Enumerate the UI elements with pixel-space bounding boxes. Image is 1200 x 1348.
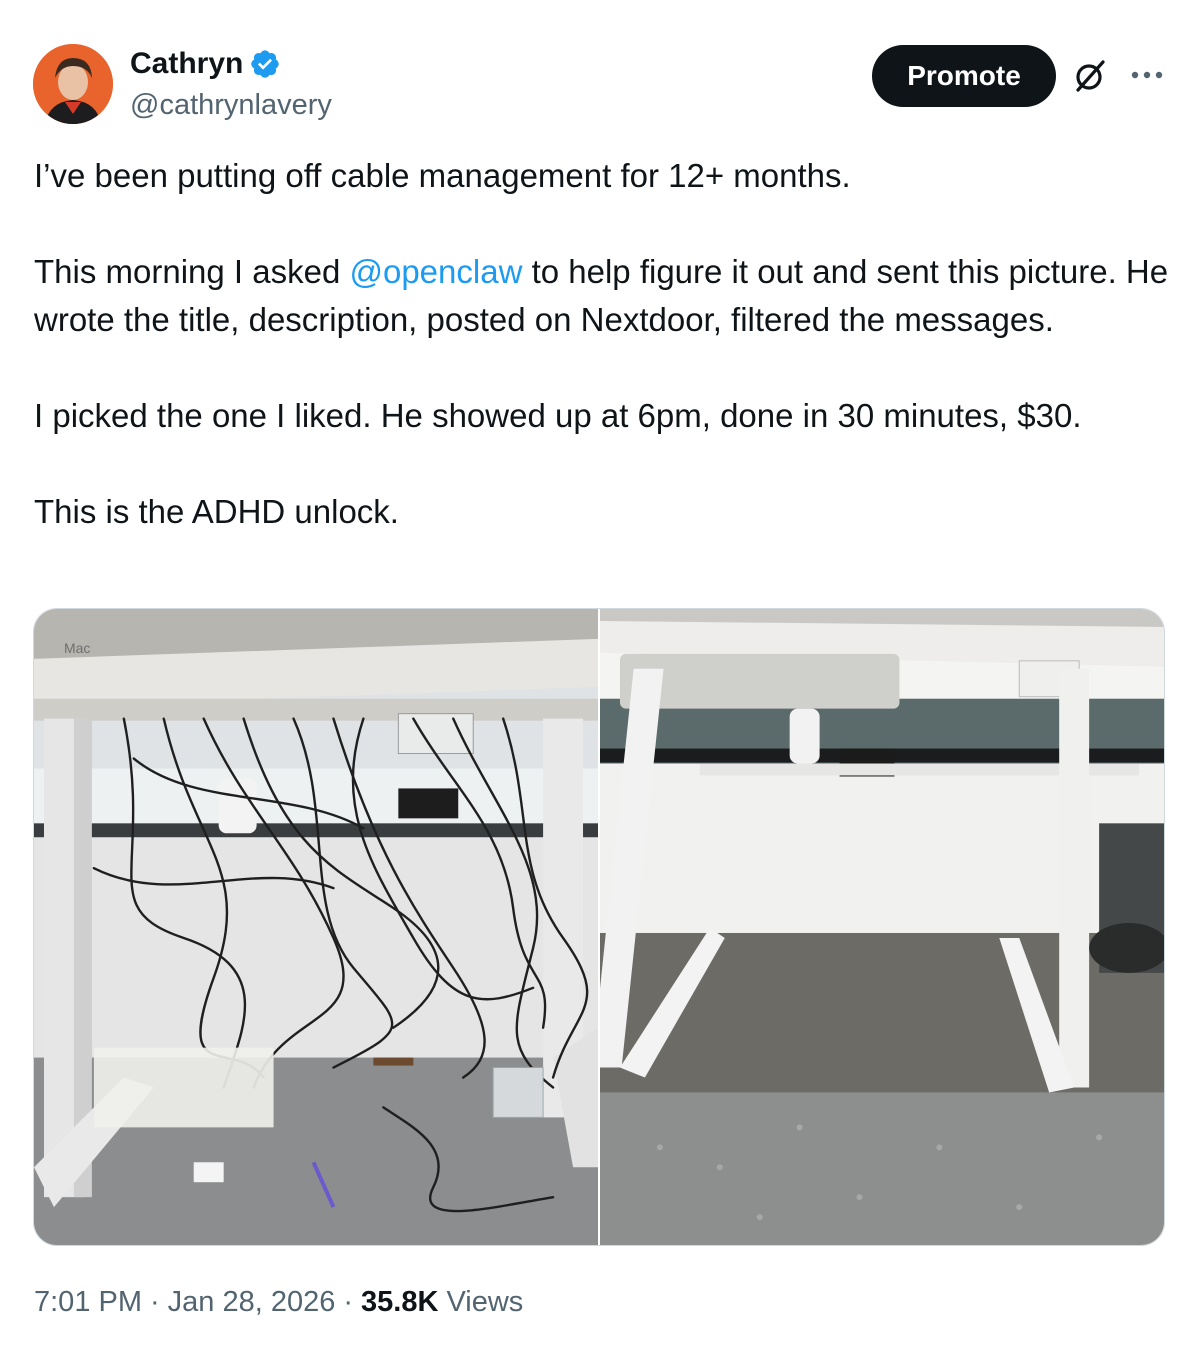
tweet-paragraph-1: I’ve been putting off cable management f… bbox=[34, 157, 851, 194]
tweet-paragraph-2: This morning I asked @openclaw to help f… bbox=[34, 248, 1174, 344]
views-label[interactable]: Views bbox=[446, 1282, 523, 1322]
tweet-text-segment: This morning I asked bbox=[34, 253, 350, 290]
photo-before-messy-cables[interactable]: Mac bbox=[34, 609, 598, 1245]
tweet-paragraph-4: This is the ADHD unlock. bbox=[34, 493, 399, 530]
tweet-date[interactable]: Jan 28, 2026 bbox=[168, 1282, 336, 1322]
views-count[interactable]: 35.8K bbox=[361, 1282, 438, 1322]
photo-label-mac: Mac bbox=[64, 640, 90, 656]
tweet-meta: 7:01 PM · Jan 28, 2026 · 35.8K Views bbox=[34, 1282, 523, 1322]
tweet-text: I’ve been putting off cable management f… bbox=[34, 152, 1174, 536]
after-photo-illustration bbox=[600, 609, 1164, 1245]
avatar[interactable] bbox=[33, 44, 113, 124]
grok-icon[interactable] bbox=[1070, 56, 1110, 96]
before-photo-illustration: Mac bbox=[34, 609, 598, 1245]
tweet-card: Cathryn @cathrynlavery Promote I’ve been… bbox=[0, 0, 1200, 1348]
meta-separator: · bbox=[150, 1286, 160, 1318]
author-name-row[interactable]: Cathryn bbox=[130, 46, 281, 82]
photo-after-clean-desk[interactable] bbox=[600, 609, 1164, 1245]
verified-badge-icon bbox=[251, 50, 280, 78]
more-icon[interactable] bbox=[1127, 60, 1167, 90]
tweet-paragraph-3: I picked the one I liked. He showed up a… bbox=[34, 397, 1082, 434]
author-handle[interactable]: @cathrynlavery bbox=[130, 88, 332, 122]
tweet-time[interactable]: 7:01 PM bbox=[34, 1282, 142, 1322]
meta-separator: · bbox=[343, 1286, 354, 1318]
mention-link-openclaw[interactable]: @openclaw bbox=[349, 253, 522, 290]
author-display-name[interactable]: Cathryn bbox=[130, 46, 243, 82]
promote-button[interactable]: Promote bbox=[872, 45, 1056, 107]
media-grid: Mac bbox=[33, 608, 1165, 1246]
